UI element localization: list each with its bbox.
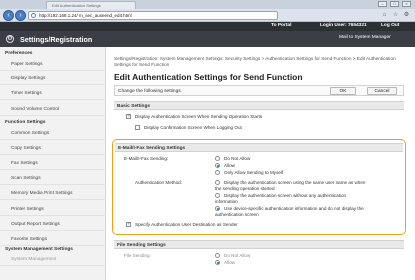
sidebar-heading-function-settings: Function Settings	[5, 120, 46, 125]
sidebar-item-favorite-settings[interactable]: Favorite Settings	[0, 233, 106, 246]
auth-device-specific-label: Use device-specific authentication infor…	[224, 206, 364, 211]
to-portal-link[interactable]: To Portal	[271, 23, 291, 28]
sending-only-myself-radio[interactable]	[215, 170, 220, 175]
sending-only-myself-label: Only Allow Sending to Myself	[224, 170, 284, 175]
auth-without-info-label-cont: information	[215, 199, 238, 204]
sending-allow-radio[interactable]	[215, 163, 220, 168]
address-text: http://192.168.1.24/ m_sec_auseend_edit.…	[39, 13, 132, 18]
sidebar-item-timer-settings[interactable]: Timer Settings	[0, 87, 106, 100]
specify-auth-user-label: Specify Authentication User Destination …	[135, 222, 238, 227]
header-top-bar: To Portal Login User: 7654321 Log Out	[0, 22, 415, 31]
auth-without-info-radio[interactable]	[215, 193, 220, 198]
browser-tab-title: Edit Authentication Settings	[52, 3, 101, 8]
file-do-not-allow-label: Do Not Allow	[224, 253, 251, 258]
maximize-button[interactable]: □	[390, 1, 399, 7]
sidebar-item-label: System Management	[11, 257, 57, 262]
sidebar-item-label: Sound Volume Control	[11, 107, 59, 112]
section-title: File Sending Settings	[117, 242, 166, 248]
sending-do-not-allow-radio[interactable]	[215, 156, 220, 161]
auth-same-user-label: Display the authentication screen using …	[224, 180, 366, 185]
login-user-text: Login User: 7654321	[320, 23, 367, 28]
mail-to-system-manager-link[interactable]: Mail to System Manager	[339, 35, 391, 40]
sidebar-item-common-settings[interactable]: Common Settings	[0, 127, 106, 140]
basic-settings-header: Basic Settings	[114, 101, 404, 110]
email-ifax-sending-label: E-Mail/I-Fax Sending:	[124, 156, 169, 161]
settings-icon: ⚙	[6, 35, 14, 43]
sending-allow-label: Allow	[224, 163, 235, 168]
sidebar-item-label: Fax Settings	[11, 161, 38, 166]
sidebar-item-label: Output Report Settings	[11, 222, 60, 227]
forward-button[interactable]: ›	[15, 10, 26, 21]
authentication-method-label: Authentication Method:	[135, 180, 182, 185]
file-sending-label: File Sending:	[124, 253, 151, 258]
sidebar-item-label: Paper Settings	[11, 62, 43, 67]
logout-link[interactable]: Log Out	[381, 23, 399, 28]
display-confirm-screen-checkbox[interactable]	[135, 125, 140, 130]
sidebar-item-label: Common Settings	[11, 131, 50, 136]
email-ifax-settings-header: E-Mail/I-Fax Sending Settings	[115, 143, 403, 152]
app-title: Settings/Registration	[20, 35, 93, 44]
sidebar-item-label: Display Settings	[11, 76, 46, 81]
minimize-button[interactable]: –	[378, 1, 387, 7]
browser-chrome: Edit Authentication Settings – □ × ‹ › h…	[0, 0, 415, 22]
sidebar-item-scan-settings[interactable]: Scan Settings	[0, 172, 106, 185]
section-title: E-Mail/I-Fax Sending Settings	[118, 145, 186, 151]
close-window-button[interactable]: ×	[402, 1, 411, 7]
auth-device-specific-label-cont: authentication screen	[215, 212, 259, 217]
tab-strip: Edit Authentication Settings – □ ×	[0, 0, 415, 9]
sidebar: Preferences Paper Settings Display Setti…	[0, 47, 106, 280]
app-header: To Portal Login User: 7654321 Log Out ⚙ …	[0, 22, 415, 47]
browser-toolbar: ⌂ ☆ ⚙	[381, 12, 410, 19]
window-controls: – □ ×	[378, 1, 411, 7]
back-button[interactable]: ‹	[3, 10, 14, 21]
file-allow-radio[interactable]	[215, 260, 220, 265]
auth-without-info-label: Display the authentication screen withou…	[224, 193, 347, 198]
sidebar-item-fax-settings[interactable]: Fax Settings	[0, 157, 106, 170]
main-content: Settings/Registration: System Management…	[107, 47, 415, 280]
sidebar-item-label: Memory Media Print Settings	[11, 191, 73, 196]
instruction-bar: Change the following settings. OK Cancel	[114, 85, 404, 96]
globe-icon	[31, 13, 36, 18]
sidebar-item-label: Copy Settings	[11, 146, 41, 151]
auth-same-user-radio[interactable]	[215, 180, 220, 185]
browser-tab[interactable]: Edit Authentication Settings	[46, 1, 136, 9]
sidebar-item-label: Timer Settings	[11, 91, 42, 96]
sidebar-item-label: Favorite Settings	[11, 237, 47, 242]
sidebar-item-system-management[interactable]: System Management	[0, 253, 106, 266]
sidebar-item-display-settings[interactable]: Display Settings	[0, 72, 106, 85]
sidebar-heading-system-management: System Management Settings	[5, 247, 73, 252]
navigation-row: ‹ › http://192.168.1.24/ m_sec_auseend_e…	[0, 9, 415, 22]
address-bar[interactable]: http://192.168.1.24/ m_sec_auseend_edit.…	[28, 11, 278, 20]
auth-same-user-label-cont: the sending operation started	[215, 186, 275, 191]
display-auth-screen-checkbox[interactable]	[126, 113, 131, 119]
home-icon[interactable]: ⌂	[381, 12, 388, 19]
sidebar-item-copy-settings[interactable]: Copy Settings	[0, 142, 106, 155]
sidebar-heading-preferences: Preferences	[5, 51, 33, 56]
sidebar-item-paper-settings[interactable]: Paper Settings	[0, 58, 106, 71]
file-sending-settings-header: File Sending Settings	[114, 240, 404, 249]
auth-device-specific-radio[interactable]	[215, 206, 220, 211]
specify-auth-user-checkbox[interactable]	[126, 221, 131, 227]
sidebar-item-memory-media-print-settings[interactable]: Memory Media Print Settings	[0, 187, 106, 200]
file-allow-label: Allow	[224, 260, 235, 265]
settings-gear-icon[interactable]: ⚙	[403, 12, 410, 19]
instruction-text: Change the following settings.	[118, 89, 182, 94]
sending-do-not-allow-label: Do Not Allow	[224, 156, 251, 161]
sidebar-item-output-report-settings[interactable]: Output Report Settings	[0, 218, 106, 231]
sidebar-item-label: Scan Settings	[11, 176, 41, 181]
page-title: Edit Authentication Settings for Send Fu…	[114, 72, 303, 82]
display-confirm-screen-label: Display Confirmation Screen When Logging…	[144, 125, 242, 130]
cancel-button[interactable]: Cancel	[367, 87, 397, 95]
sidebar-item-printer-settings[interactable]: Printer Settings	[0, 203, 106, 216]
breadcrumb: Settings/Registration: System Management…	[114, 56, 396, 67]
section-title: Basic Settings	[117, 103, 151, 109]
sidebar-item-label: Printer Settings	[11, 207, 44, 212]
favorites-star-icon[interactable]: ☆	[392, 12, 399, 19]
display-auth-screen-label: Display Authentication Screen When Sendi…	[135, 114, 263, 119]
sidebar-item-sound-volume-control[interactable]: Sound Volume Control	[0, 103, 106, 116]
ok-button[interactable]: OK	[330, 87, 356, 95]
file-do-not-allow-radio[interactable]	[215, 253, 220, 258]
